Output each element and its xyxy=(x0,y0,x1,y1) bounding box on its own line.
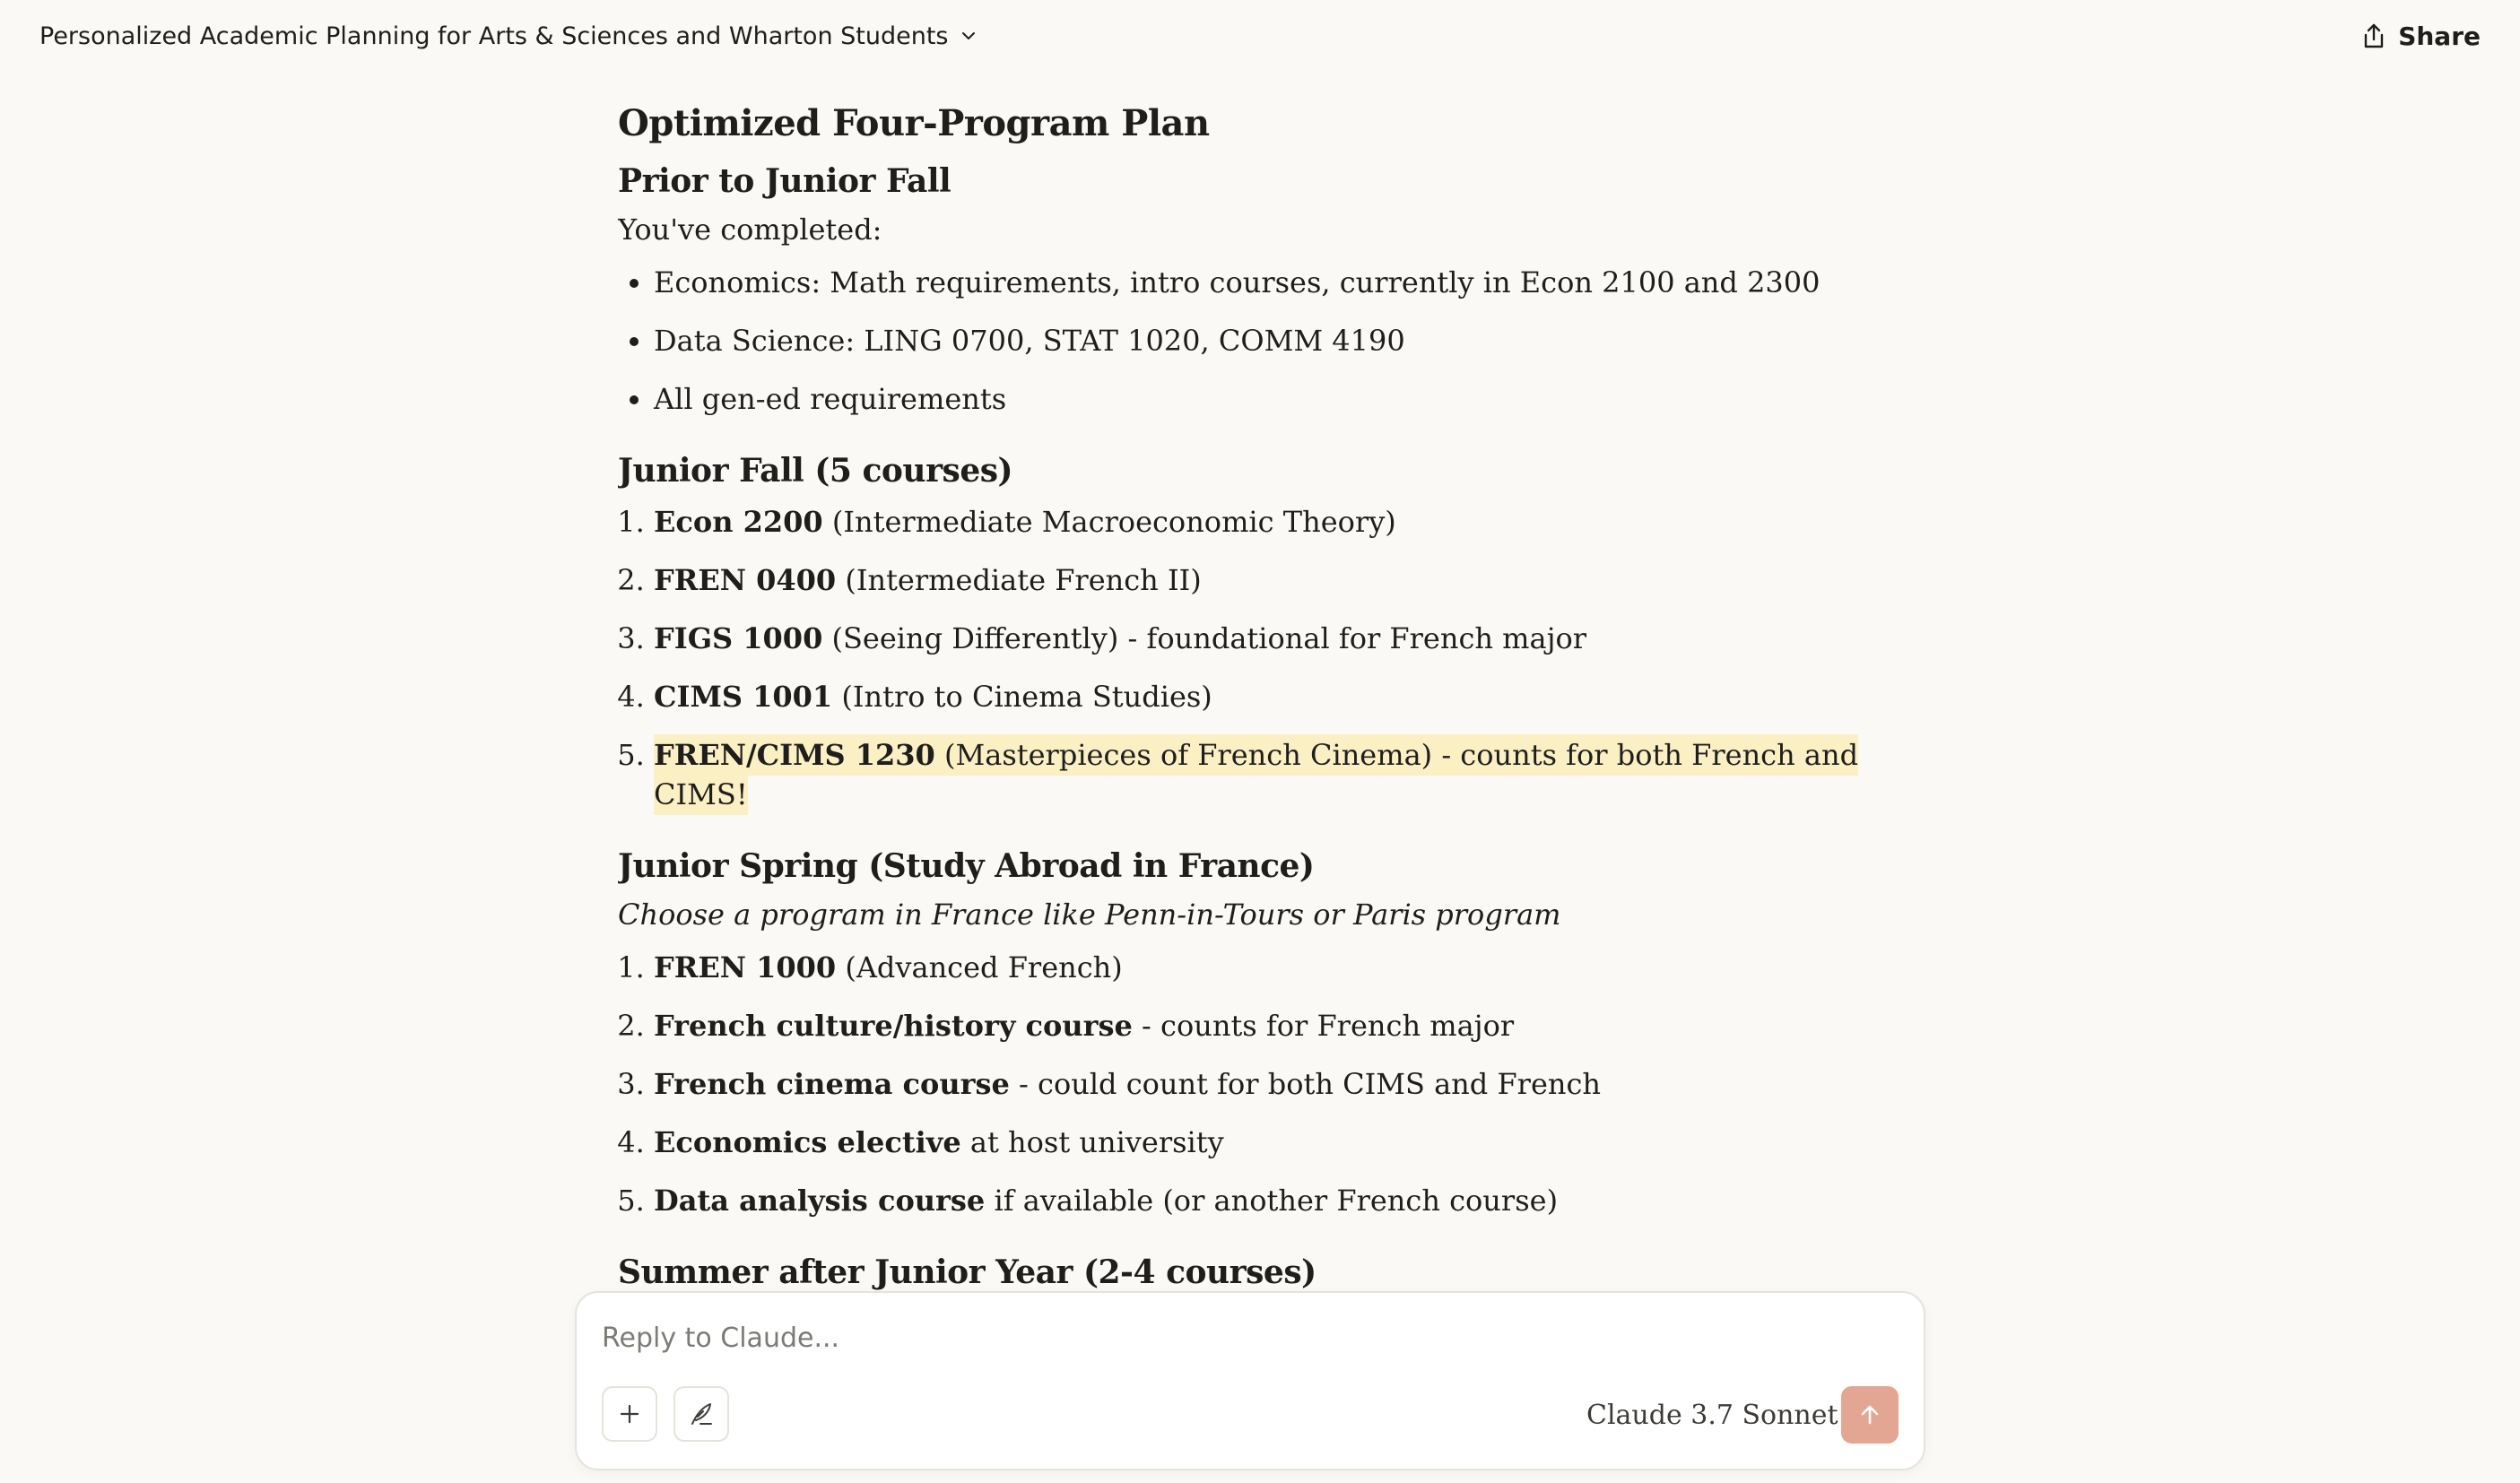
list-item: French culture/history course - counts f… xyxy=(654,1006,1873,1045)
add-button[interactable] xyxy=(602,1386,657,1442)
highlighted-text: FREN/CIMS 1230 (Masterpieces of French C… xyxy=(654,734,1859,815)
course-desc: at host university xyxy=(960,1125,1224,1159)
course-desc: - counts for French major xyxy=(1132,1009,1515,1043)
list-item: Economics elective at host university xyxy=(654,1123,1873,1162)
course-desc: (Seeing Differently) - foundational for … xyxy=(822,621,1587,655)
course-code: Economics elective xyxy=(654,1125,961,1159)
model-label: Claude 3.7 Sonnet xyxy=(1586,1399,1838,1431)
course-desc: (Intermediate French II) xyxy=(836,563,1202,597)
arrow-up-icon xyxy=(1861,1405,1879,1425)
course-code: FREN 0400 xyxy=(654,563,837,597)
share-label: Share xyxy=(2398,21,2481,51)
top-bar: Personalized Academic Planning for Arts … xyxy=(0,0,2520,72)
course-code: Data analysis course xyxy=(654,1184,986,1218)
plan-title: Optimized Four-Program Plan xyxy=(618,102,1210,144)
plus-icon xyxy=(620,1404,639,1424)
list-item: Econ 2200 (Intermediate Macroeconomic Th… xyxy=(654,502,1873,542)
chevron-down-icon xyxy=(961,32,975,39)
reply-input[interactable] xyxy=(602,1320,1678,1356)
style-button[interactable] xyxy=(673,1386,729,1442)
course-code: FREN/CIMS 1230 xyxy=(654,738,935,772)
list-item: FREN 0400 (Intermediate French II) xyxy=(654,560,1873,600)
list-item: Data Science: LING 0700, STAT 1020, COMM… xyxy=(654,321,1873,360)
course-code: CIMS 1001 xyxy=(654,680,833,714)
reply-composer: Claude 3.7 Sonnet xyxy=(575,1291,1925,1470)
junior-spring-list: FREN 1000 (Advanced French) French cultu… xyxy=(618,948,1873,1220)
course-code: French cinema course xyxy=(654,1067,1010,1101)
course-desc: (Advanced French) xyxy=(836,950,1123,984)
section-heading-junior-fall: Junior Fall (5 courses) xyxy=(618,452,1013,490)
list-item: All gen-ed requirements xyxy=(654,379,1873,419)
prior-list: Economics: Math requirements, intro cour… xyxy=(618,263,1873,419)
section-heading-summer: Summer after Junior Year (2-4 courses) xyxy=(618,1253,1316,1291)
junior-fall-list: Econ 2200 (Intermediate Macroeconomic Th… xyxy=(618,502,1873,815)
share-icon xyxy=(2365,23,2384,48)
course-desc: (Intermediate Macroeconomic Theory) xyxy=(822,505,1396,539)
chat-title-text: Personalized Academic Planning for Arts … xyxy=(39,22,949,50)
section-heading-junior-spring: Junior Spring (Study Abroad in France) xyxy=(618,847,1315,885)
course-code: Econ 2200 xyxy=(654,505,823,539)
course-desc: (Intro to Cinema Studies) xyxy=(832,680,1212,714)
course-desc: - could count for both CIMS and French xyxy=(1009,1067,1602,1101)
list-item: FREN/CIMS 1230 (Masterpieces of French C… xyxy=(654,734,1873,815)
list-item: Data analysis course if available (or an… xyxy=(654,1181,1873,1220)
course-desc: if available (or another French course) xyxy=(985,1184,1559,1218)
list-item: Economics: Math requirements, intro cour… xyxy=(654,263,1873,302)
model-selector[interactable]: Claude 3.7 Sonnet xyxy=(1586,1397,1864,1433)
send-button[interactable] xyxy=(1841,1386,1899,1444)
list-item: FREN 1000 (Advanced French) xyxy=(654,948,1873,987)
list-item: French cinema course - could count for b… xyxy=(654,1064,1873,1104)
course-code: FIGS 1000 xyxy=(654,621,823,655)
prior-intro: You've completed: xyxy=(618,212,882,247)
list-item: FIGS 1000 (Seeing Differently) - foundat… xyxy=(654,619,1873,658)
quill-icon xyxy=(691,1403,712,1425)
course-code: FREN 1000 xyxy=(654,950,837,984)
list-item: CIMS 1001 (Intro to Cinema Studies) xyxy=(654,677,1873,716)
section-heading-prior: Prior to Junior Fall xyxy=(618,162,952,200)
junior-spring-note: Choose a program in France like Penn-in-… xyxy=(618,898,1561,932)
course-code: French culture/history course xyxy=(654,1009,1133,1043)
share-button[interactable]: Share xyxy=(2362,18,2481,54)
assistant-message: Optimized Four-Program Plan Prior to Jun… xyxy=(618,90,1873,1291)
chat-title-dropdown[interactable]: Personalized Academic Planning for Arts … xyxy=(39,20,978,52)
